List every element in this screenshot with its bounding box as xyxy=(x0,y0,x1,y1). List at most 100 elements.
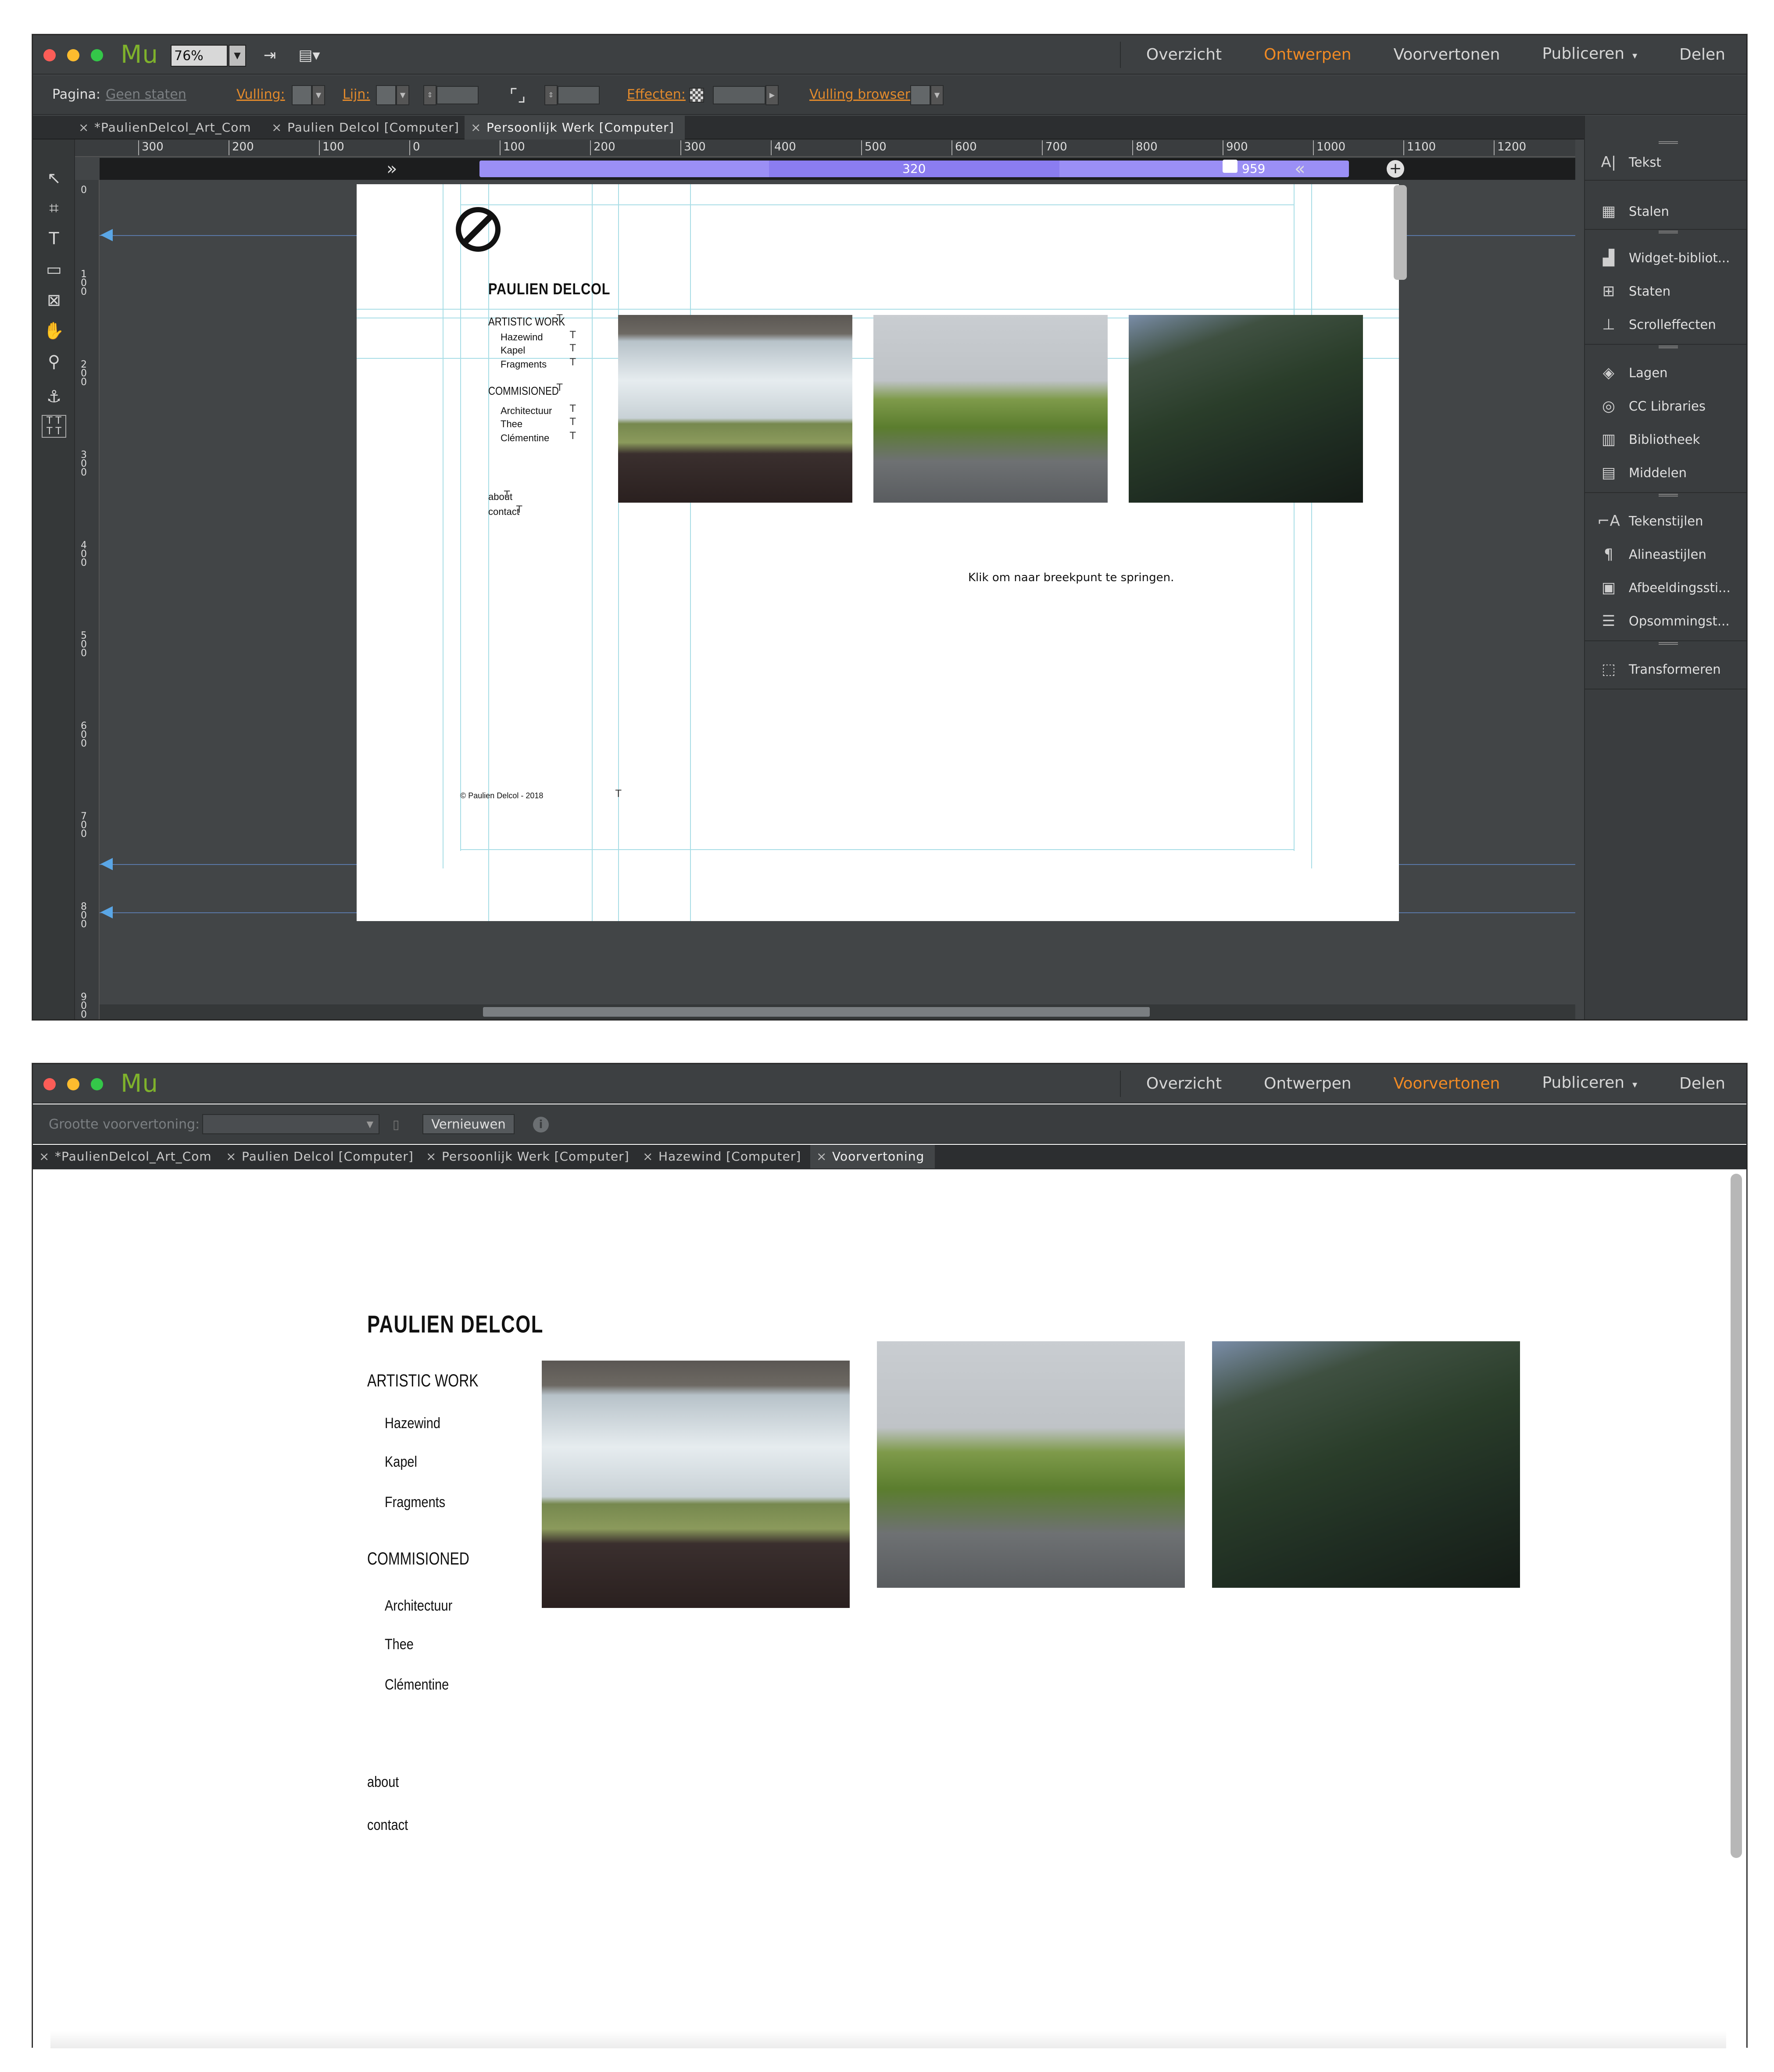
nav-delen[interactable]: Delen xyxy=(1658,1064,1746,1104)
nav-voorvertonen[interactable]: Voorvertonen xyxy=(1373,1064,1521,1104)
close-icon[interactable]: × xyxy=(39,1145,50,1168)
stroke-dropdown-icon[interactable]: ▼ xyxy=(396,85,409,105)
menu-item-architectuur[interactable]: Architectuur xyxy=(501,405,552,417)
zoom-dropdown-icon[interactable]: ▼ xyxy=(229,45,246,67)
nav-voorvertonen[interactable]: Voorvertonen xyxy=(1373,35,1521,75)
rectangle-tool-icon[interactable]: ▭ xyxy=(42,257,66,282)
text-frame-icon[interactable]: T xyxy=(570,417,576,428)
effects-field[interactable] xyxy=(713,86,765,104)
page-height-handle[interactable] xyxy=(1394,185,1407,280)
text-frame-icon[interactable]: T xyxy=(570,431,576,442)
text-frame-icon[interactable]: T xyxy=(570,404,576,414)
effects-label[interactable]: Effecten: xyxy=(627,87,686,102)
menu-item-hazewind[interactable]: Hazewind xyxy=(385,1415,440,1432)
image-hazewind[interactable] xyxy=(618,315,852,503)
effects-icon[interactable] xyxy=(689,88,704,103)
breakpoint-bar[interactable]: » 320 959 « + xyxy=(100,158,1575,180)
image-kapel[interactable] xyxy=(873,315,1108,503)
zoom-field[interactable]: 76% xyxy=(171,45,228,67)
guide-marker-icon[interactable] xyxy=(100,858,113,870)
corner-radius-field[interactable] xyxy=(558,86,600,104)
menu-artistic-work[interactable]: ARTISTIC WORK xyxy=(488,315,565,329)
corner-stepper[interactable]: ⇕ xyxy=(544,85,558,105)
tab-paulien-delcol-computer[interactable]: × Paulien Delcol [Computer] xyxy=(220,1145,424,1168)
nav-publiceren[interactable]: Publiceren ▾ xyxy=(1521,1063,1658,1105)
menu-item-fragments[interactable]: Fragments xyxy=(385,1494,445,1511)
panel-grip[interactable] xyxy=(1659,141,1678,144)
page-state-value[interactable]: Geen staten xyxy=(106,87,186,102)
selection-tool-icon[interactable]: ↖ xyxy=(42,166,66,190)
menu-about[interactable]: about xyxy=(367,1774,399,1791)
menu-item-clementine[interactable]: Clémentine xyxy=(501,432,549,444)
menu-artistic-work[interactable]: ARTISTIC WORK xyxy=(367,1371,479,1391)
close-icon[interactable]: × xyxy=(426,1145,436,1168)
panel-stalen[interactable]: ▦ Stalen xyxy=(1585,195,1746,228)
close-icon[interactable]: × xyxy=(226,1145,236,1168)
tab-persoonlijk-werk[interactable]: × Persoonlijk Werk [Computer] xyxy=(465,116,685,139)
site-title[interactable]: PAULIEN DELCOL xyxy=(488,280,610,298)
close-icon[interactable]: × xyxy=(471,116,481,139)
close-icon[interactable]: × xyxy=(643,1145,653,1168)
panel-transformeren[interactable]: ⬚ Transformeren xyxy=(1585,653,1746,686)
anchor-icon[interactable]: ⚓ xyxy=(42,384,66,409)
guide-marker-icon[interactable] xyxy=(100,906,113,918)
tab-paulien-delcol-art-com[interactable]: × *PaulienDelcol_Art_Com xyxy=(72,116,262,139)
page-artboard[interactable]: PAULIEN DELCOL ARTISTIC WORK Hazewind Ka… xyxy=(357,184,1399,921)
text-frame-icon[interactable]: T xyxy=(570,357,576,368)
panel-grip[interactable] xyxy=(1659,346,1678,348)
menu-item-hazewind[interactable]: Hazewind xyxy=(501,332,543,343)
stroke-swatch[interactable] xyxy=(376,85,396,105)
browser-fill-dropdown-icon[interactable]: ▼ xyxy=(930,85,944,105)
panel-grip[interactable] xyxy=(1659,642,1678,645)
nav-publiceren[interactable]: Publiceren ▾ xyxy=(1521,34,1658,76)
close-icon[interactable]: × xyxy=(79,116,89,139)
menu-item-thee[interactable]: Thee xyxy=(501,418,522,430)
text-tool-icon[interactable]: T xyxy=(42,226,66,251)
info-icon[interactable]: i xyxy=(533,1117,549,1132)
page-new-icon[interactable]: ⇥ xyxy=(257,45,283,66)
menu-contact[interactable]: contact xyxy=(367,1817,408,1834)
tab-persoonlijk-werk[interactable]: × Persoonlijk Werk [Computer] xyxy=(420,1145,640,1168)
preview-size-dropdown[interactable]: ▼ xyxy=(202,1114,379,1134)
maximize-window-button[interactable] xyxy=(91,49,103,61)
panel-opsommingstekens[interactable]: ☰ Opsommingst... xyxy=(1585,604,1746,638)
tab-voorvertoning[interactable]: × Voorvertoning xyxy=(810,1145,935,1168)
stroke-width-stepper[interactable]: ⇕ xyxy=(423,85,436,105)
frame-tool-icon[interactable]: ⊠ xyxy=(42,288,66,312)
breakpoint-expand-icon[interactable]: » xyxy=(386,158,397,180)
image-kapel[interactable] xyxy=(877,1341,1185,1588)
image-fragments[interactable] xyxy=(1212,1341,1520,1588)
tab-paulien-delcol-art-com[interactable]: × *PaulienDelcol_Art_Com xyxy=(33,1145,222,1168)
effects-arrow-icon[interactable]: ▶ xyxy=(765,85,779,105)
horizontal-scrollbar[interactable] xyxy=(100,1004,1575,1019)
menu-commisioned[interactable]: COMMISIONED xyxy=(488,384,559,398)
panel-grip[interactable] xyxy=(1659,231,1678,233)
menu-item-kapel[interactable]: Kapel xyxy=(501,345,525,356)
footer-copyright[interactable]: © Paulien Delcol - 2018 xyxy=(460,791,543,800)
stroke-label[interactable]: Lijn: xyxy=(343,87,370,102)
refresh-button[interactable]: Vernieuwen xyxy=(422,1114,515,1134)
panel-afbeeldingsstijlen[interactable]: ▣ Afbeeldingssti... xyxy=(1585,571,1746,604)
hand-tool-icon[interactable]: ✋ xyxy=(42,318,66,343)
view-mode-icon[interactable]: ▤▾ xyxy=(296,45,322,66)
menu-item-fragments[interactable]: Fragments xyxy=(501,359,547,370)
no-symbol-icon[interactable] xyxy=(456,207,501,252)
panel-scrolleffecten[interactable]: ⊥ Scrolleffecten xyxy=(1585,308,1746,341)
tab-hazewind[interactable]: × Hazewind [Computer] xyxy=(637,1145,812,1168)
close-window-button[interactable] xyxy=(43,49,56,61)
browser-fill-label[interactable]: Vulling browser: xyxy=(809,87,915,102)
nav-ontwerpen[interactable]: Ontwerpen xyxy=(1243,1064,1372,1104)
fill-label[interactable]: Vulling: xyxy=(236,87,285,102)
panel-lagen[interactable]: ◈ Lagen xyxy=(1585,356,1746,389)
text-frame-icon[interactable]: T xyxy=(570,330,576,341)
text-frame-icon[interactable]: T xyxy=(504,489,510,500)
panel-staten[interactable]: ⊞ Staten xyxy=(1585,275,1746,308)
maximize-window-button[interactable] xyxy=(91,1078,103,1090)
close-icon[interactable]: × xyxy=(272,116,282,139)
browser-fill-swatch[interactable] xyxy=(910,85,930,105)
corner-radius-icon[interactable]: ⌜⌟ xyxy=(502,86,533,105)
stroke-width-field[interactable] xyxy=(436,86,479,104)
nav-ontwerpen[interactable]: Ontwerpen xyxy=(1243,35,1372,75)
panel-alineastijlen[interactable]: ¶ Alineastijlen xyxy=(1585,538,1746,571)
panel-widget-bibliotheek[interactable]: ▟ Widget-bibliot... xyxy=(1585,241,1746,275)
